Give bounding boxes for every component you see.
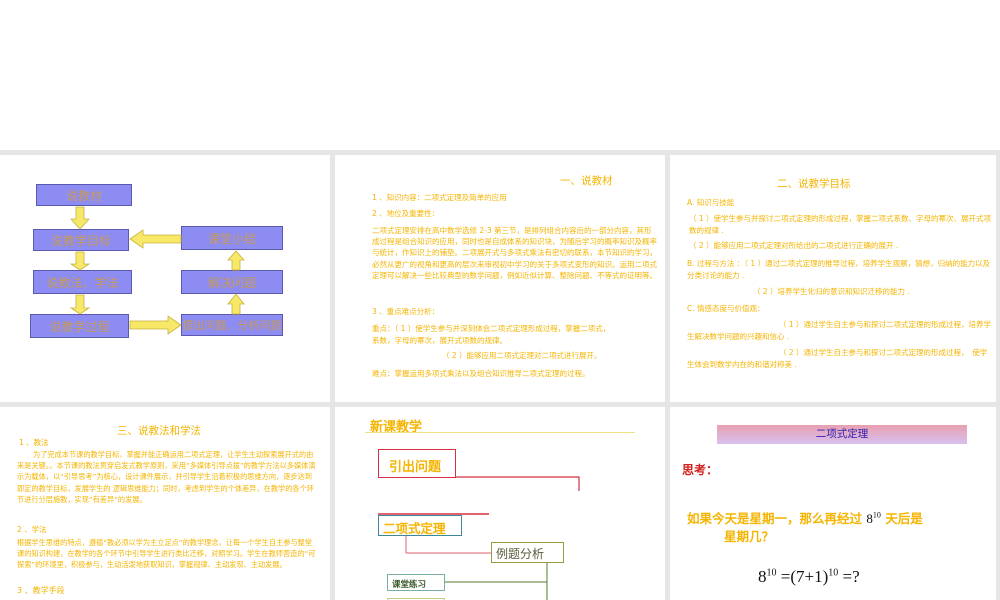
eq-base: 8 xyxy=(758,567,767,586)
eq-exponent: 10 xyxy=(766,567,777,579)
power-expression: 810 xyxy=(866,511,881,526)
learning-text: 根据学生思维的特点，遵循“教必须以学为主立足点”的教学理念，让每一个学生自主参与… xyxy=(17,538,316,570)
section-learning: 2 、学法 xyxy=(17,525,47,534)
eq-exponent-2: 10 xyxy=(828,567,839,579)
slide-thumbnail-flowchart[interactable]: 说教材 说教学目标 说教法、学法 说教学过程 课堂小结 解决问题 提出问题、分析… xyxy=(0,155,330,402)
goal-c: C. 情感态度与价值观： xyxy=(687,304,765,313)
goal-b2: （ 2 ）培养学生化归的意识和知识迁移的能力 . xyxy=(753,287,910,296)
body-text: 二项式定理安排在高中数学选修 2-3 第三节，是排列组合内容后的一部分内容，其形… xyxy=(372,226,657,280)
box-class-practice[interactable]: 课堂练习 xyxy=(387,574,445,591)
slide-title: 一、说教材 xyxy=(560,175,613,187)
eq-result: =? xyxy=(842,567,860,586)
item-2: 2 、地位及重要性： xyxy=(372,209,440,218)
flow-arrows xyxy=(69,206,245,335)
slide-title: 三、说教法和学法 xyxy=(117,425,201,437)
goal-a2: （ 2 ）能够应用二项式定理对所给出的二项式进行正确的展开 . xyxy=(689,241,899,250)
teaching-text: 为了完成本节课的教学目标，掌握并能正确运用二项式定理，让学生主动探索展开式的由来… xyxy=(17,450,316,504)
goal-b: B. 过程与方法 ：（ 1 ）通过二项式定理的推导过程，培养学生观察，猜想，归纳… xyxy=(687,259,991,280)
slide-thumbnail-goals[interactable]: 二、说教学目标 A. 知识与技能 （ 1 ）使学生参与并探讨二项式定理的形成过程… xyxy=(670,155,996,402)
goal-c1: （ 1 ）通过学生自主参与和探讨二项式定理的形成过程，培养学生解决数学问题的兴趣… xyxy=(687,320,992,341)
right-edge xyxy=(996,150,1000,600)
slide-thumbnail-new-lesson[interactable]: 新课教学 引出问题 二项式定理 例题分析 课堂练习 xyxy=(335,407,665,600)
slide-thumbnail-methods[interactable]: 三、说教法和学法 1 、教法 为了完成本节课的教学目标，掌握并能正确运用二项式定… xyxy=(0,407,330,600)
goal-a1: （ 1 ）使学生参与并探讨二项式定理的形成过程，掌握二项式系数、字母的幂次、展开… xyxy=(689,214,992,235)
key-point-2: （ 2 ）能够应用二项式定理对二项式进行展开。 xyxy=(442,351,602,360)
key-point-1: 重点：（ 1 ）使学生参与并深刻体会二项式定理形成过程，掌握二项式， 系数，字母… xyxy=(372,324,665,345)
question-part-1: 如果今天是星期一，那么再经过 xyxy=(687,511,863,526)
think-label: 思考： xyxy=(682,463,719,477)
slide-thumbnail-textbook[interactable]: 一、说教材 1 、知识内容：二项式定理及简单的应用 2 、地位及重要性： 二项式… xyxy=(335,155,665,402)
equation: 810 =(7+1)10 =? xyxy=(758,567,860,587)
question-part-2: 天后是 xyxy=(885,511,923,526)
section-tools: 3 、教学手段 xyxy=(17,586,65,595)
connector-lines xyxy=(378,476,580,600)
item-3: 3 、重点难点分析： xyxy=(372,307,440,316)
box-example-analysis[interactable]: 例题分析 xyxy=(491,542,564,563)
item-1: 1 、知识内容：二项式定理及简单的应用 xyxy=(372,193,507,202)
goal-c2: （ 2 ）通过学生自主参与和探讨二项式定理的形成过程， 使学生体会到数学内在的和… xyxy=(687,348,988,369)
eq-expansion: =(7+1) xyxy=(780,567,829,586)
slide-thumbnail-binomial-question[interactable]: 二项式定理 思考： 如果今天是星期一，那么再经过 810 天后是 星期几？ 81… xyxy=(670,407,996,600)
difficult-point: 难点：掌握运用多项式乘法以及组合知识推导二项式定理的过程。 xyxy=(372,369,590,378)
title-banner: 二项式定理 xyxy=(717,425,967,444)
question-text: 如果今天是星期一，那么再经过 810 天后是 xyxy=(687,508,987,527)
section-teaching: 1 、教法 xyxy=(19,438,49,447)
slide-title: 二、说教学目标 xyxy=(777,178,851,190)
box-binomial-theorem[interactable]: 二项式定理 xyxy=(378,515,462,536)
exponent: 10 xyxy=(872,510,881,520)
goal-a: A. 知识与技能 xyxy=(687,198,735,207)
question-text-line-2: 星期几？ xyxy=(724,529,775,544)
